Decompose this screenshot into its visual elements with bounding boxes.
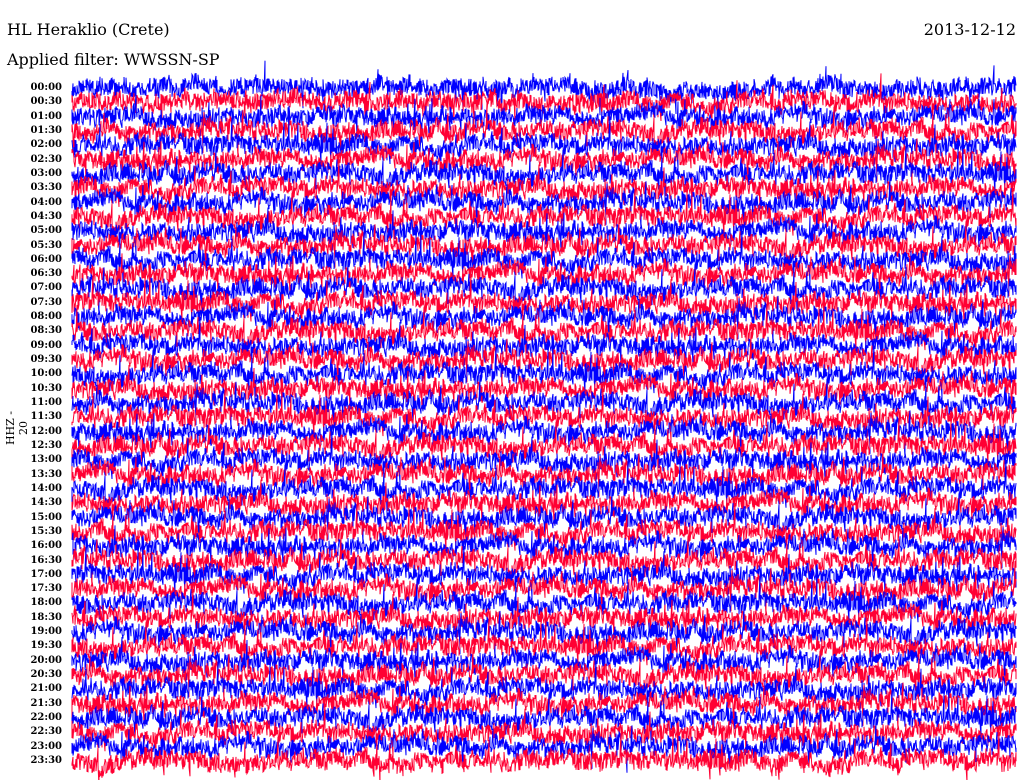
helicorder-plot: [71, 60, 1017, 780]
